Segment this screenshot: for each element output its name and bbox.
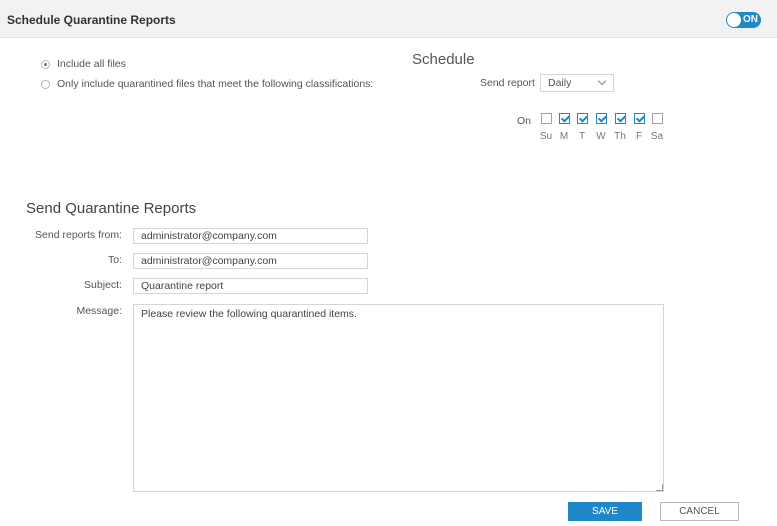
resize-grip-icon[interactable]	[656, 484, 663, 491]
day-friday: F	[629, 113, 649, 142]
from-label: Send reports from:	[35, 229, 122, 241]
schedule-heading: Schedule	[412, 51, 475, 68]
day-checkbox-friday[interactable]	[633, 113, 645, 124]
include-all-files-option[interactable]: Include all files	[41, 57, 126, 71]
day-tuesday: T	[572, 113, 592, 142]
message-textarea[interactable]: Please review the following quarantined …	[133, 304, 664, 492]
day-label-wednesday: W	[596, 131, 606, 142]
to-field[interactable]	[133, 253, 368, 269]
day-saturday: Sa	[647, 113, 667, 142]
frequency-value: Daily	[548, 77, 572, 89]
only-classified-files-label: Only include quarantined files that meet…	[57, 78, 374, 90]
day-checkbox-sunday[interactable]	[540, 113, 552, 124]
send-reports-heading: Send Quarantine Reports	[26, 200, 197, 217]
day-sunday: Su	[536, 113, 556, 142]
message-label: Message:	[76, 305, 122, 317]
toggle-label: ON	[743, 14, 758, 25]
save-button[interactable]: SAVE	[568, 502, 642, 521]
subject-field[interactable]	[133, 278, 368, 294]
day-checkbox-tuesday[interactable]	[576, 113, 588, 124]
toggle-switch-icon	[727, 13, 741, 27]
day-thursday: Th	[610, 113, 630, 142]
day-checkbox-monday[interactable]	[558, 113, 570, 124]
day-label-tuesday: T	[578, 131, 586, 142]
chevron-down-icon	[597, 76, 607, 86]
day-checkbox-saturday[interactable]	[651, 113, 663, 124]
radio-only-classified-icon[interactable]	[41, 79, 50, 89]
to-label: To:	[107, 254, 122, 266]
from-field[interactable]	[133, 228, 368, 244]
only-classified-files-option[interactable]: Only include quarantined files that meet…	[41, 77, 373, 91]
cancel-button[interactable]: CANCEL	[660, 502, 739, 521]
day-label-friday: F	[635, 131, 643, 142]
send-report-label: Send report	[480, 77, 535, 89]
frequency-select[interactable]: Daily	[540, 74, 614, 92]
page-header: Schedule Quarantine Reports ON	[0, 0, 777, 38]
include-all-files-label: Include all files	[57, 58, 126, 70]
day-label-thursday: Th	[614, 131, 626, 142]
radio-include-all-icon[interactable]	[41, 59, 50, 69]
day-label-monday: M	[559, 131, 569, 142]
subject-label: Subject:	[84, 279, 122, 291]
day-checkbox-wednesday[interactable]	[595, 113, 607, 124]
day-checkbox-thursday[interactable]	[614, 113, 626, 124]
day-label-sunday: Su	[539, 131, 553, 142]
page-title: Schedule Quarantine Reports	[7, 13, 176, 27]
schedule-enabled-toggle[interactable]: ON	[726, 12, 761, 28]
day-label-saturday: Sa	[650, 131, 664, 142]
day-wednesday: W	[591, 113, 611, 142]
on-days-label: On	[517, 115, 532, 127]
day-monday: M	[554, 113, 574, 142]
